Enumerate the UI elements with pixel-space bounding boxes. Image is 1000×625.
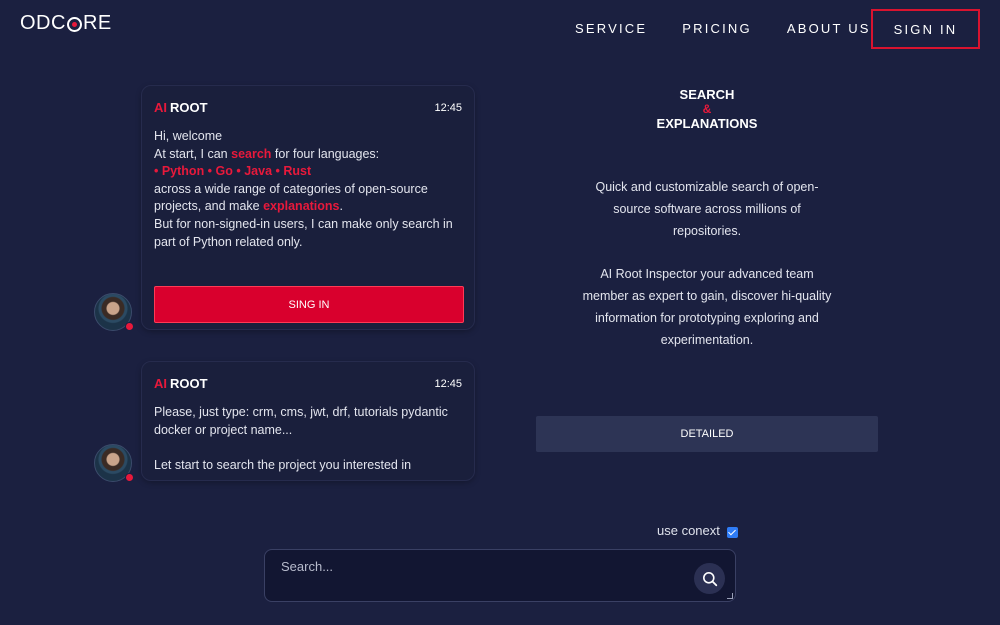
- logo-text-suffix: RE: [82, 12, 112, 34]
- search-box: [264, 549, 736, 602]
- explanations-line: projects, and make explanations.: [154, 198, 462, 216]
- capability-post: for four languages:: [271, 146, 380, 161]
- nav-service[interactable]: SERVICE: [575, 21, 647, 36]
- sender-name: ROOT: [170, 376, 208, 391]
- chat-message-instructions: AI ROOT 12:45 Please, just type: crm, cms…: [141, 361, 475, 481]
- categories-line: across a wide range of categories of ope…: [154, 181, 428, 196]
- search-input[interactable]: [265, 550, 735, 601]
- logo-text-prefix: ODC: [20, 12, 66, 34]
- main-nav: SERVICE PRICING ABOUT US: [575, 21, 906, 36]
- use-context-checkbox[interactable]: [726, 527, 738, 538]
- detailed-button[interactable]: DETAILED: [536, 416, 878, 452]
- greeting-text: Hi, welcome: [154, 129, 223, 143]
- instructions-text: Please, just type: crm, cms, jwt, drf, t…: [154, 405, 448, 437]
- capability-line: At start, I can search for four language…: [154, 146, 462, 164]
- online-status-dot: [125, 473, 134, 482]
- chat-sign-in-button[interactable]: SING IN: [154, 286, 464, 324]
- bot-avatar: [94, 293, 134, 331]
- header-sign-in-button[interactable]: SIGN IN: [871, 9, 980, 49]
- bot-avatar: [94, 444, 134, 482]
- message-header: AI ROOT 12:45: [154, 100, 462, 115]
- message-body: Please, just type: crm, cms, jwt, drf, t…: [154, 404, 462, 475]
- languages-list: • Python • Go • Java • Rust: [154, 164, 312, 179]
- search-keyword: search: [231, 146, 272, 161]
- page: ODC RE SERVICE PRICING ABOUT US SIGN IN A…: [0, 0, 1000, 625]
- info-title-line1: SEARCH: [679, 87, 735, 102]
- message-time: 12:45: [434, 377, 462, 390]
- sender-prefix: AI: [154, 100, 167, 115]
- prompt-text: Let start to search the project you inte…: [154, 458, 412, 473]
- message-sender: AI ROOT: [154, 376, 208, 391]
- message-header: AI ROOT 12:45: [154, 376, 462, 391]
- logo[interactable]: ODC RE: [20, 12, 112, 35]
- online-status-dot: [125, 322, 134, 331]
- message-body: Hi, welcome At start, I can search for f…: [154, 128, 462, 251]
- info-title: SEARCH & EXPLANATIONS: [607, 87, 807, 131]
- info-title-amp: &: [702, 102, 712, 116]
- nav-pricing[interactable]: PRICING: [682, 21, 752, 36]
- use-context-toggle[interactable]: use conext: [657, 522, 738, 538]
- nav-about-us[interactable]: ABOUT US: [787, 21, 871, 36]
- sender-prefix: AI: [154, 376, 167, 391]
- capability-pre: At start, I can: [154, 146, 232, 161]
- search-button[interactable]: [694, 563, 725, 594]
- info-paragraph-inspector: AI Root Inspector your advanced team mem…: [582, 267, 832, 347]
- use-context-label: use conext: [657, 522, 720, 538]
- message-sender: AI ROOT: [154, 100, 208, 115]
- info-paragraph-search: Quick and customizable search of open-so…: [595, 180, 819, 238]
- resize-handle[interactable]: [727, 593, 733, 599]
- info-title-line2: EXPLANATIONS: [656, 116, 758, 131]
- sender-name: ROOT: [170, 100, 208, 115]
- search-icon: [702, 571, 717, 586]
- chat-message-welcome: AI ROOT 12:45 Hi, welcome At start, I can…: [141, 85, 475, 330]
- explanations-post: .: [339, 199, 343, 214]
- logo-ring-icon: [66, 17, 82, 32]
- explanations-pre: projects, and make: [154, 199, 264, 214]
- explanations-keyword: explanations: [263, 199, 340, 214]
- message-time: 12:45: [434, 101, 462, 114]
- restriction-line: But for non-signed-in users, I can make …: [154, 216, 453, 249]
